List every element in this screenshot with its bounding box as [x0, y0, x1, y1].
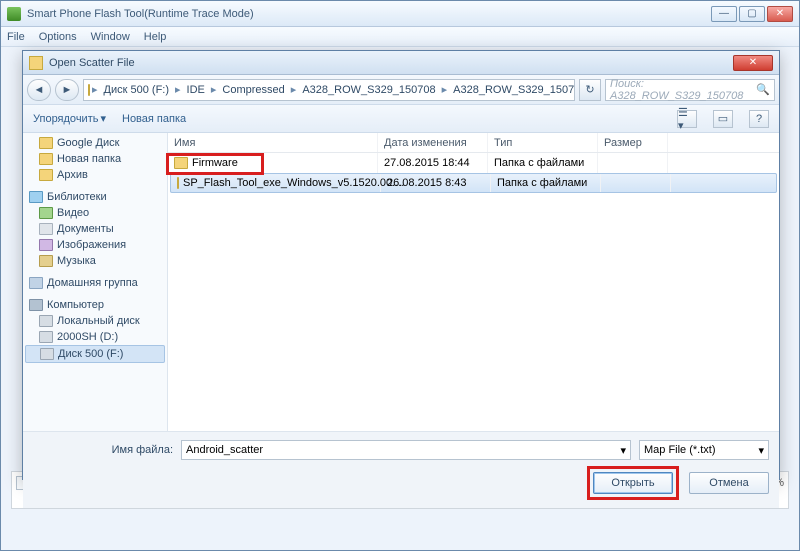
crumb-4[interactable]: A328_ROW_S329_150708: [449, 84, 575, 96]
crumb-1[interactable]: IDE: [183, 84, 209, 96]
sidebar-drive-c[interactable]: Локальный диск: [23, 313, 167, 329]
col-name[interactable]: Имя: [168, 133, 378, 152]
app-menubar: File Options Window Help: [1, 27, 799, 47]
refresh-button[interactable]: ↻: [579, 79, 601, 101]
minimize-button[interactable]: —: [711, 6, 737, 22]
nav-back-button[interactable]: ◄: [27, 79, 51, 101]
col-type[interactable]: Тип: [488, 133, 598, 152]
close-button[interactable]: ✕: [767, 6, 793, 22]
app-title-text: Smart Phone Flash Tool(Runtime Trace Mod…: [27, 8, 711, 20]
folder-icon: [177, 177, 179, 189]
sidebar-video[interactable]: Видео: [23, 205, 167, 221]
app-titlebar[interactable]: Smart Phone Flash Tool(Runtime Trace Mod…: [1, 1, 799, 27]
help-button[interactable]: ?: [749, 110, 769, 128]
col-size[interactable]: Размер: [598, 133, 668, 152]
open-button[interactable]: Открыть: [593, 472, 673, 494]
cancel-button[interactable]: Отмена: [689, 472, 769, 494]
sidebar-computer-header[interactable]: Компьютер: [23, 297, 167, 313]
file-row-spflash[interactable]: SP_Flash_Tool_exe_Windows_v5.1520.00....…: [170, 173, 777, 193]
file-list-header: Имя Дата изменения Тип Размер: [168, 133, 779, 153]
sidebar-documents[interactable]: Документы: [23, 221, 167, 237]
open-file-dialog: Open Scatter File ✕ ◄ ► ▸ Диск 500 (F:)▸…: [22, 50, 780, 480]
preview-pane-button[interactable]: ▭: [713, 110, 733, 128]
view-button[interactable]: ☰ ▾: [677, 110, 697, 128]
filename-input[interactable]: Android_scatter ▾: [181, 440, 631, 460]
chevron-down-icon: ▾: [100, 112, 106, 125]
file-row-firmware[interactable]: Firmware 27.08.2015 18:44 Папка с файлам…: [168, 153, 779, 173]
crumb-2[interactable]: Compressed: [218, 84, 288, 96]
sidebar-music[interactable]: Музыка: [23, 253, 167, 269]
crumb-3[interactable]: A328_ROW_S329_150708: [298, 84, 439, 96]
chevron-down-icon: ▾: [758, 444, 764, 457]
folder-icon: [174, 157, 188, 169]
breadcrumb[interactable]: ▸ Диск 500 (F:)▸ IDE▸ Compressed▸ A328_R…: [83, 79, 575, 101]
sidebar: Google Диск Новая папка Архив Библиотеки…: [23, 133, 168, 431]
search-icon: 🔍: [756, 83, 770, 96]
dialog-icon: [29, 56, 43, 70]
sidebar-images[interactable]: Изображения: [23, 237, 167, 253]
sidebar-homegroup[interactable]: Домашняя группа: [23, 275, 167, 291]
menu-file[interactable]: File: [7, 31, 25, 43]
sidebar-google-drive[interactable]: Google Диск: [23, 135, 167, 151]
crumb-0[interactable]: Диск 500 (F:): [100, 84, 173, 96]
annotation-open-highlight: Открыть: [587, 466, 679, 500]
chevron-down-icon: ▾: [620, 444, 626, 457]
menu-window[interactable]: Window: [91, 31, 130, 43]
sidebar-drive-f[interactable]: Диск 500 (F:): [25, 345, 165, 363]
dialog-footer: Имя файла: Android_scatter ▾ Map File (*…: [23, 431, 779, 508]
filename-label: Имя файла:: [33, 444, 173, 456]
search-input[interactable]: Поиск: A328_ROW_S329_150708 🔍: [605, 79, 775, 101]
menu-options[interactable]: Options: [39, 31, 77, 43]
dialog-toolbar: Упорядочить ▾ Новая папка ☰ ▾ ▭ ?: [23, 105, 779, 133]
file-type-filter[interactable]: Map File (*.txt) ▾: [639, 440, 769, 460]
sidebar-new-folder[interactable]: Новая папка: [23, 151, 167, 167]
dialog-close-button[interactable]: ✕: [733, 55, 773, 71]
menu-help[interactable]: Help: [144, 31, 167, 43]
nav-forward-button[interactable]: ►: [55, 79, 79, 101]
newfolder-button[interactable]: Новая папка: [122, 113, 186, 125]
dialog-titlebar[interactable]: Open Scatter File ✕: [23, 51, 779, 75]
col-date[interactable]: Дата изменения: [378, 133, 488, 152]
dialog-title-text: Open Scatter File: [49, 57, 733, 69]
sidebar-archive[interactable]: Архив: [23, 167, 167, 183]
app-icon: [7, 7, 21, 21]
maximize-button[interactable]: ▢: [739, 6, 765, 22]
sidebar-libraries-header[interactable]: Библиотеки: [23, 189, 167, 205]
organize-button[interactable]: Упорядочить ▾: [33, 112, 106, 125]
dialog-navbar: ◄ ► ▸ Диск 500 (F:)▸ IDE▸ Compressed▸ A3…: [23, 75, 779, 105]
folder-icon: [88, 84, 90, 96]
search-placeholder: Поиск: A328_ROW_S329_150708: [610, 78, 752, 102]
file-list: Имя Дата изменения Тип Размер Firmware 2…: [168, 133, 779, 431]
sidebar-drive-d[interactable]: 2000SH (D:): [23, 329, 167, 345]
